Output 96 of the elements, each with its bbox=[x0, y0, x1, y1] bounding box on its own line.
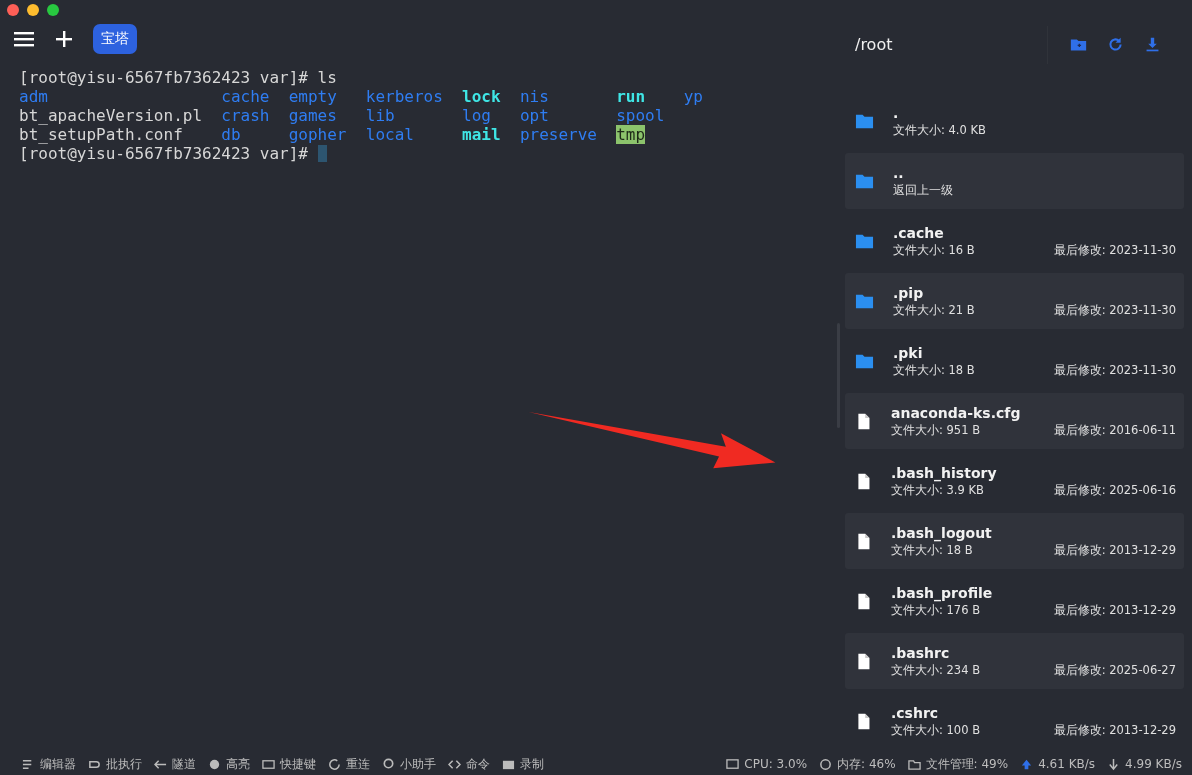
modified-date: 最后修改: 2025-06-27 bbox=[1053, 662, 1176, 678]
status-tool[interactable]: 小助手 bbox=[400, 755, 436, 773]
file-name: bt_setupPath.conf bbox=[19, 125, 183, 144]
file-row[interactable]: .pip 文件大小: 21 B 最后修改: 2023-11-30 bbox=[845, 273, 1184, 329]
directory-name: tmp bbox=[616, 125, 646, 144]
file-row[interactable]: anaconda-ks.cfg 文件大小: 951 B 最后修改: 2016-06-11 bbox=[845, 393, 1184, 449]
file-size: 文件大小: 18 B bbox=[893, 362, 975, 378]
file-size: 文件大小: 176 B bbox=[891, 602, 981, 618]
link-name: run bbox=[616, 87, 646, 106]
modified-date: 最后修改: 2023-11-30 bbox=[1053, 242, 1176, 258]
status-tool[interactable]: 编辑器 bbox=[40, 755, 76, 773]
file-name: anaconda-ks.cfg bbox=[891, 404, 1022, 421]
file-name: .bashrc bbox=[891, 644, 951, 661]
modified-date: 最后修改: 2023-11-30 bbox=[1053, 302, 1176, 318]
document-icon bbox=[855, 411, 872, 431]
document-icon bbox=[855, 651, 872, 671]
directory-name: adm bbox=[19, 87, 48, 106]
file-size: 文件大小: 951 B bbox=[891, 422, 981, 438]
status-tool[interactable]: 录制 bbox=[520, 755, 544, 773]
link-name: mail bbox=[462, 125, 501, 144]
file-row[interactable]: .bash_profile 文件大小: 176 B 最后修改: 2013-12-29 bbox=[845, 573, 1184, 629]
file-size: 文件大小: 234 B bbox=[891, 662, 981, 678]
file-name: .pki bbox=[893, 344, 924, 361]
file-name: bt_apacheVersion.pl bbox=[19, 106, 203, 125]
file-row[interactable]: . 文件大小: 4.0 KB bbox=[845, 93, 1184, 149]
file-row[interactable]: .. 返回上一级 bbox=[845, 153, 1184, 209]
file-size: 返回上一级 bbox=[893, 182, 953, 198]
new-folder-icon[interactable] bbox=[1070, 36, 1087, 53]
modified-date: 最后修改: 2016-06-11 bbox=[1053, 422, 1176, 438]
file-row[interactable]: .bashrc 文件大小: 234 B 最后修改: 2025-06-27 bbox=[845, 633, 1184, 689]
file-row[interactable]: .bash_history 文件大小: 3.9 KB 最后修改: 2025-06-16 bbox=[845, 453, 1184, 509]
refresh-icon[interactable] bbox=[1107, 36, 1124, 53]
file-name: . bbox=[893, 104, 900, 121]
file-name: .bash_logout bbox=[891, 524, 993, 541]
path-field[interactable]: /root bbox=[855, 25, 1048, 64]
status-stat: 内存: 46% bbox=[837, 755, 896, 773]
close-button[interactable] bbox=[7, 4, 19, 16]
file-size: 文件大小: 4.0 KB bbox=[893, 122, 986, 138]
modified-date: 最后修改: 2023-11-30 bbox=[1053, 362, 1176, 378]
plus-icon[interactable] bbox=[53, 28, 75, 50]
file-size: 文件大小: 100 B bbox=[891, 722, 981, 738]
directory-name: crash bbox=[221, 106, 270, 125]
directory-name: cache bbox=[221, 87, 270, 106]
directory-name: db bbox=[221, 125, 241, 144]
file-row[interactable]: .bash_logout 文件大小: 18 B 最后修改: 2013-12-29 bbox=[845, 513, 1184, 569]
file-name: .pip bbox=[893, 284, 925, 301]
status-tool[interactable]: 重连 bbox=[346, 755, 370, 773]
modified-date: 最后修改: 2013-12-29 bbox=[1053, 602, 1176, 618]
document-icon bbox=[855, 591, 872, 611]
status-stat: 文件管理: 49% bbox=[925, 755, 1009, 773]
status-stat: 4.61 KB/s bbox=[1038, 757, 1096, 771]
file-row[interactable]: .cache 文件大小: 16 B 最后修改: 2023-11-30 bbox=[845, 213, 1184, 269]
directory-name: spool bbox=[616, 106, 665, 125]
modified-date: 最后修改: 2025-06-16 bbox=[1053, 482, 1176, 498]
directory-name: games bbox=[288, 106, 337, 125]
file-size: 文件大小: 18 B bbox=[891, 542, 973, 558]
download-icon[interactable] bbox=[1144, 36, 1161, 53]
directory-name: kerberos bbox=[365, 87, 443, 106]
session-tab[interactable]: 宝塔 bbox=[93, 24, 137, 54]
directory-name: local bbox=[365, 125, 414, 144]
file-size: 文件大小: 21 B bbox=[893, 302, 975, 318]
modified-date: 最后修改: 2013-12-29 bbox=[1053, 542, 1176, 558]
link-name: lock bbox=[462, 87, 501, 106]
directory-name: gopher bbox=[288, 125, 347, 144]
document-icon bbox=[855, 531, 872, 551]
directory-name: yp bbox=[683, 87, 703, 106]
status-stat: CPU: 3.0% bbox=[744, 757, 808, 771]
file-size: 文件大小: 3.9 KB bbox=[891, 482, 984, 498]
file-row[interactable]: .pki 文件大小: 18 B 最后修改: 2023-11-30 bbox=[845, 333, 1184, 389]
directory-name: nis bbox=[519, 87, 549, 106]
file-name: .cache bbox=[893, 224, 945, 241]
directory-name: log bbox=[462, 106, 491, 125]
document-icon bbox=[855, 471, 872, 491]
directory-name: preserve bbox=[519, 125, 597, 144]
status-stat: 4.99 KB/s bbox=[1125, 757, 1182, 771]
directory-name: empty bbox=[288, 87, 337, 106]
maximize-button[interactable] bbox=[47, 4, 59, 16]
status-tool[interactable]: 批执行 bbox=[106, 755, 142, 773]
prompt-line: [root@yisu-6567fb7362423 var]# bbox=[19, 144, 308, 163]
reconnect-icon[interactable] bbox=[328, 757, 341, 771]
prompt-line: [root@yisu-6567fb7362423 var]# ls bbox=[19, 68, 337, 87]
modified-date: 最后修改: 2013-12-29 bbox=[1053, 722, 1176, 738]
document-icon bbox=[855, 711, 872, 731]
file-name: .bash_profile bbox=[891, 584, 994, 601]
file-size: 文件大小: 16 B bbox=[893, 242, 975, 258]
status-tool[interactable]: 隧道 bbox=[172, 755, 196, 773]
file-name: .cshrc bbox=[891, 704, 940, 721]
directory-name: lib bbox=[365, 106, 395, 125]
status-tool[interactable]: 命令 bbox=[466, 755, 490, 773]
status-tool[interactable]: 快捷键 bbox=[280, 755, 316, 773]
file-name: .. bbox=[893, 164, 905, 181]
file-row[interactable]: .cshrc 文件大小: 100 B 最后修改: 2013-12-29 bbox=[845, 693, 1184, 749]
file-name: .bash_history bbox=[891, 464, 998, 481]
status-tool[interactable]: 高亮 bbox=[226, 755, 250, 773]
minimize-button[interactable] bbox=[27, 4, 39, 16]
directory-name: opt bbox=[519, 106, 549, 125]
